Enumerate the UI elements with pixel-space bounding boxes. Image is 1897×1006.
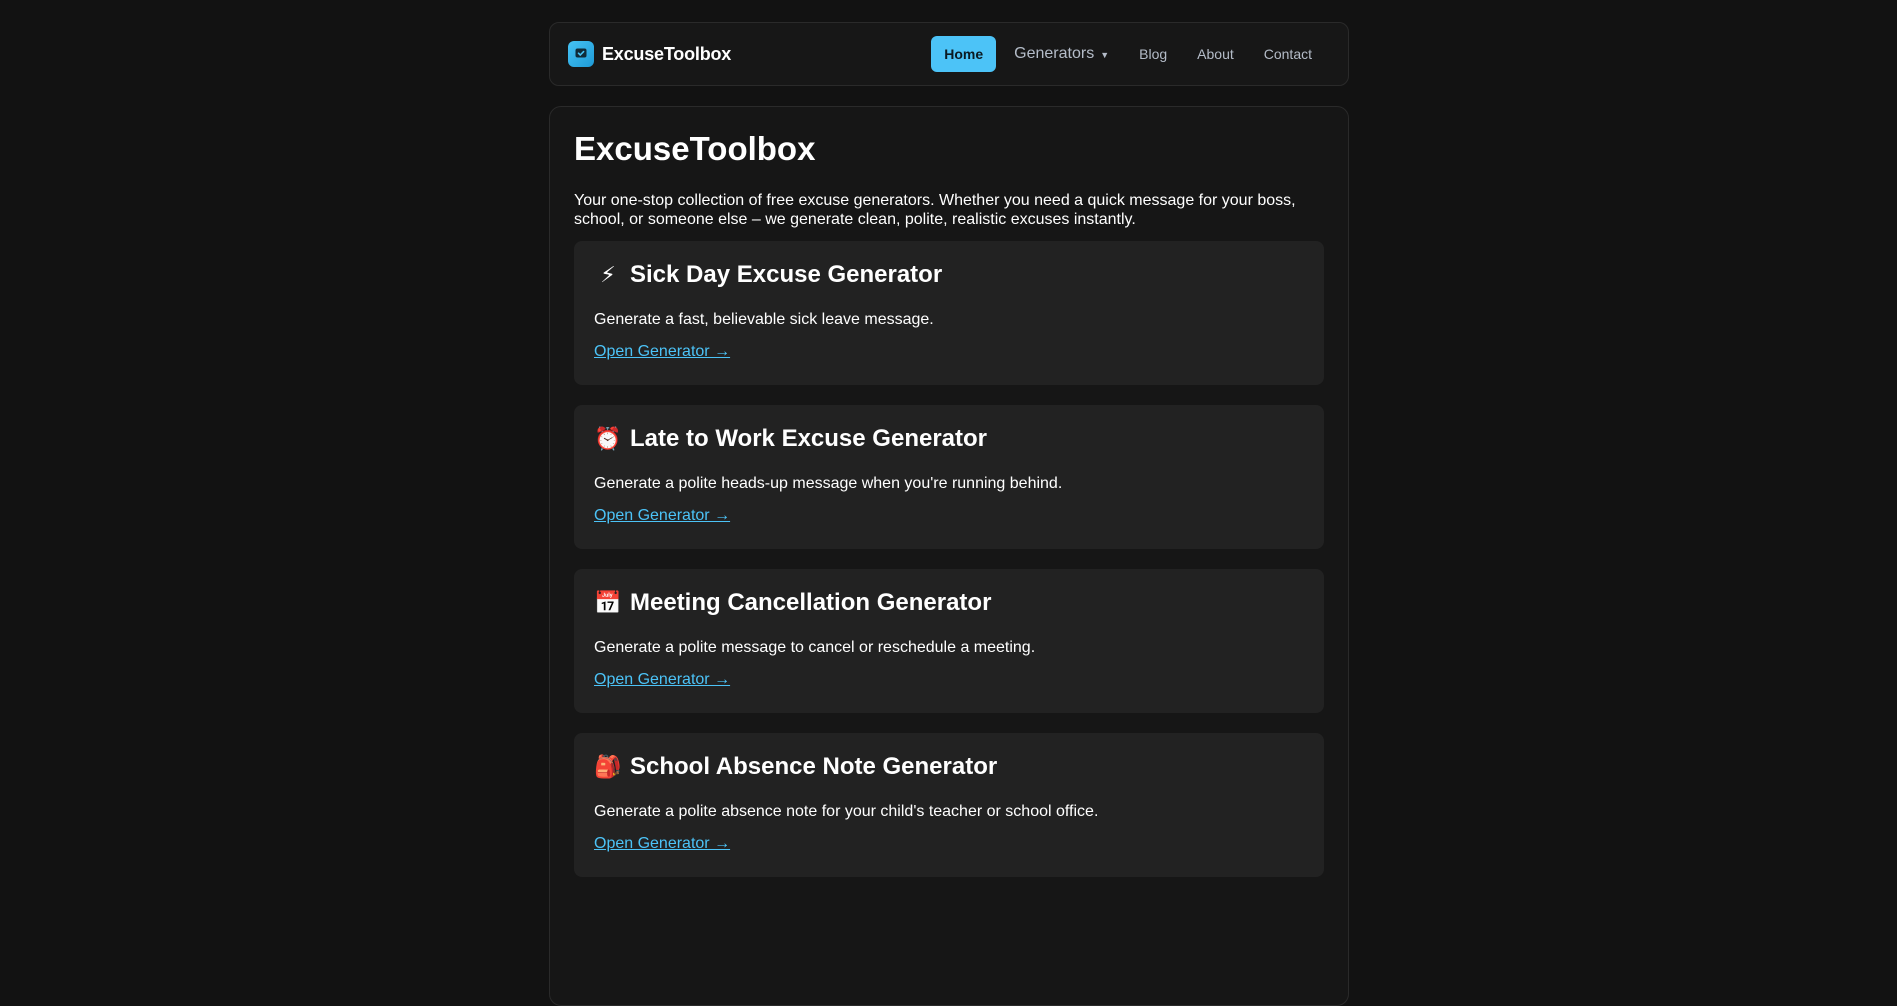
card-title: ⚡ Sick Day Excuse Generator [594, 261, 1304, 289]
open-generator-link[interactable]: Open Generator → [594, 343, 730, 360]
nav-about[interactable]: About [1185, 38, 1246, 70]
card-description: Generate a polite message to cancel or r… [594, 639, 1036, 657]
card-title: ⏰ Late to Work Excuse Generator [594, 425, 1304, 453]
card-description: Generate a fast, believable sick leave m… [594, 311, 934, 329]
card-title-text: Meeting Cancellation Generator [630, 589, 992, 617]
generator-card-meeting-cancellation: 📅 Meeting Cancellation Generator Generat… [574, 569, 1324, 714]
nav-generators-label: Generators [1014, 45, 1095, 62]
generator-card-sick-day: ⚡ Sick Day Excuse Generator Generate a f… [574, 241, 1324, 386]
brand-link[interactable]: ExcuseToolbox [568, 41, 731, 67]
main-nav: Home Generators ▼ Blog About Contact [931, 36, 1324, 72]
main-content: ExcuseToolbox Your one-stop collection o… [549, 106, 1349, 1006]
nav-home[interactable]: Home [931, 36, 997, 72]
page-wrapper: ExcuseToolbox Home Generators ▼ Blog Abo… [549, 22, 1349, 1006]
page-title: ExcuseToolbox [574, 130, 816, 167]
nav-contact[interactable]: Contact [1252, 38, 1324, 70]
nav-blog[interactable]: Blog [1127, 38, 1179, 70]
card-description: Generate a polite absence note for your … [594, 803, 1099, 821]
alarm-clock-icon: ⏰ [594, 426, 622, 452]
lightning-icon: ⚡ [600, 262, 616, 288]
backpack-icon: 🎒 [594, 754, 622, 780]
check-bubble-icon [568, 41, 594, 67]
intro-text: Your one-stop collection of free excuse … [574, 192, 1296, 229]
card-title: 🎒 School Absence Note Generator [594, 753, 1304, 781]
card-description: Generate a polite heads-up message when … [594, 475, 1063, 493]
caret-down-icon: ▼ [1100, 49, 1110, 60]
card-title-text: School Absence Note Generator [630, 753, 998, 781]
card-title-text: Sick Day Excuse Generator [630, 261, 943, 289]
open-generator-link[interactable]: Open Generator → [594, 671, 730, 688]
open-generator-link[interactable]: Open Generator → [594, 835, 730, 852]
card-title: 📅 Meeting Cancellation Generator [594, 589, 1304, 617]
nav-generators[interactable]: Generators ▼ [1002, 37, 1121, 71]
card-title-text: Late to Work Excuse Generator [630, 425, 987, 453]
generator-card-school-absence: 🎒 School Absence Note Generator Generate… [574, 733, 1324, 878]
generator-card-late-to-work: ⏰ Late to Work Excuse Generator Generate… [574, 405, 1324, 550]
open-generator-link[interactable]: Open Generator → [594, 507, 730, 524]
brand-name: ExcuseToolbox [602, 43, 732, 64]
calendar-icon: 📅 [594, 590, 622, 616]
top-navbar: ExcuseToolbox Home Generators ▼ Blog Abo… [549, 22, 1349, 86]
